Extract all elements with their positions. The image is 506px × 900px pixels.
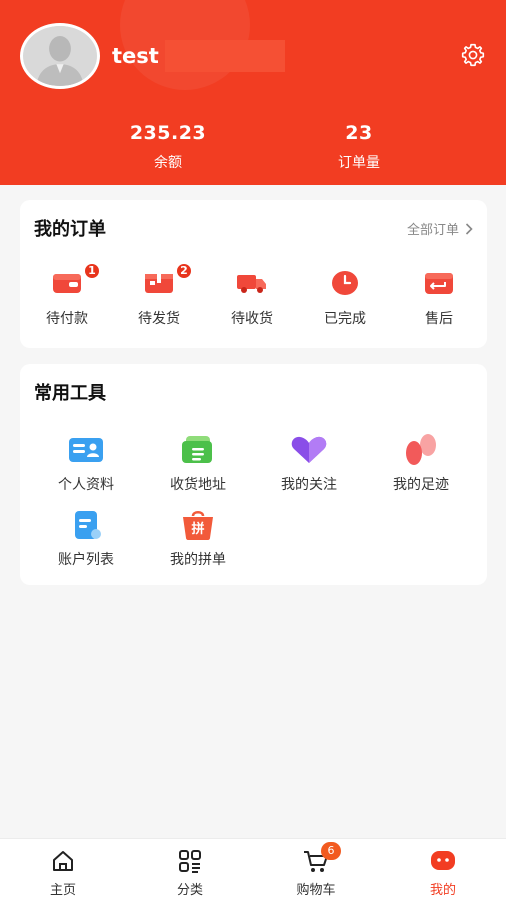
gear-icon — [461, 43, 485, 67]
tool-account-list[interactable]: 账户列表 — [31, 508, 141, 569]
tool-group-buy[interactable]: 拼 我的拼单 — [143, 508, 253, 569]
id-card-icon — [66, 433, 106, 467]
tool-label: 我的拼单 — [170, 552, 226, 568]
cart-count-badge: 6 — [321, 842, 341, 860]
order-pending-payment[interactable]: 1 待付款 — [22, 262, 112, 328]
tab-cart[interactable]: 6 购物车 — [266, 842, 366, 898]
heart-icon — [289, 433, 329, 467]
group-buy-glyph: 拼 — [191, 521, 204, 537]
order-after-sales[interactable]: 售后 — [394, 268, 484, 328]
tool-label: 个人资料 — [58, 477, 114, 493]
tool-my-follows[interactable]: 我的关注 — [254, 433, 364, 494]
profile-header: test 235.23 余额 23 订单量 — [0, 0, 506, 185]
common-tools-card: 常用工具 个人资料 收货地址 我的关注 我的足迹 账户列表 拼 我的拼单 — [20, 364, 487, 585]
tool-label: 收货地址 — [170, 477, 226, 493]
home-icon — [50, 849, 76, 873]
tool-personal-info[interactable]: 个人资料 — [31, 433, 141, 494]
username: test — [112, 44, 159, 68]
my-orders-card: 我的订单 全部订单 1 待付款 2 待发货 待收货 已完成 售后 — [20, 200, 487, 348]
tab-label: 我的 — [429, 883, 456, 898]
tool-shipping-address[interactable]: 收货地址 — [143, 433, 253, 494]
group-buy-icon: 拼 — [178, 508, 218, 542]
my-orders-title: 我的订单 — [34, 219, 106, 240]
wallet-icon: 1 — [49, 262, 101, 298]
order-item-label: 待发货 — [138, 311, 180, 327]
clock-icon — [327, 268, 363, 298]
order-pending-receipt[interactable]: 待收货 — [207, 268, 297, 328]
all-orders-label: 全部订单 — [406, 223, 459, 238]
bottom-tab-bar: 主页 分类 6 购物车 我的 — [0, 838, 506, 900]
tab-label: 分类 — [176, 883, 203, 898]
account-list-icon — [66, 508, 106, 542]
tool-my-footprints[interactable]: 我的足迹 — [366, 433, 476, 494]
avatar-person-icon — [23, 26, 97, 86]
profile-icon — [430, 849, 456, 873]
order-item-label: 待付款 — [46, 311, 88, 327]
cart-icon: 6 — [303, 842, 341, 873]
order-count-value: 23 — [345, 122, 373, 144]
username-redaction — [165, 40, 285, 72]
order-count-label: 订单量 — [338, 155, 380, 171]
balance-label: 余额 — [154, 155, 182, 171]
order-count-stat[interactable]: 23 订单量 — [279, 122, 439, 172]
tab-category[interactable]: 分类 — [140, 849, 240, 898]
settings-button[interactable] — [458, 40, 488, 70]
tab-label: 购物车 — [296, 883, 336, 898]
all-orders-link[interactable]: 全部订单 — [407, 219, 473, 238]
return-icon — [421, 268, 457, 298]
order-badge: 1 — [83, 262, 101, 280]
chevron-right-icon — [465, 222, 473, 235]
order-pending-shipment[interactable]: 2 待发货 — [114, 262, 204, 328]
tab-label: 主页 — [49, 883, 76, 898]
tool-label: 我的关注 — [281, 477, 337, 493]
order-badge: 2 — [175, 262, 193, 280]
tool-label: 账户列表 — [58, 552, 114, 568]
order-item-label: 售后 — [425, 311, 453, 327]
order-completed[interactable]: 已完成 — [300, 268, 390, 328]
footprint-icon — [401, 433, 441, 467]
avatar[interactable] — [20, 23, 100, 89]
order-item-label: 待收货 — [231, 311, 273, 327]
balance-stat[interactable]: 235.23 余额 — [88, 122, 248, 172]
truck-icon — [234, 268, 270, 298]
address-icon — [178, 433, 218, 467]
tab-profile[interactable]: 我的 — [393, 849, 493, 898]
order-item-label: 已完成 — [324, 311, 366, 327]
balance-value: 235.23 — [129, 122, 207, 144]
common-tools-title: 常用工具 — [34, 383, 106, 404]
package-icon: 2 — [141, 262, 193, 298]
tool-label: 我的足迹 — [393, 477, 449, 493]
category-icon — [177, 849, 203, 873]
tab-home[interactable]: 主页 — [13, 849, 113, 898]
